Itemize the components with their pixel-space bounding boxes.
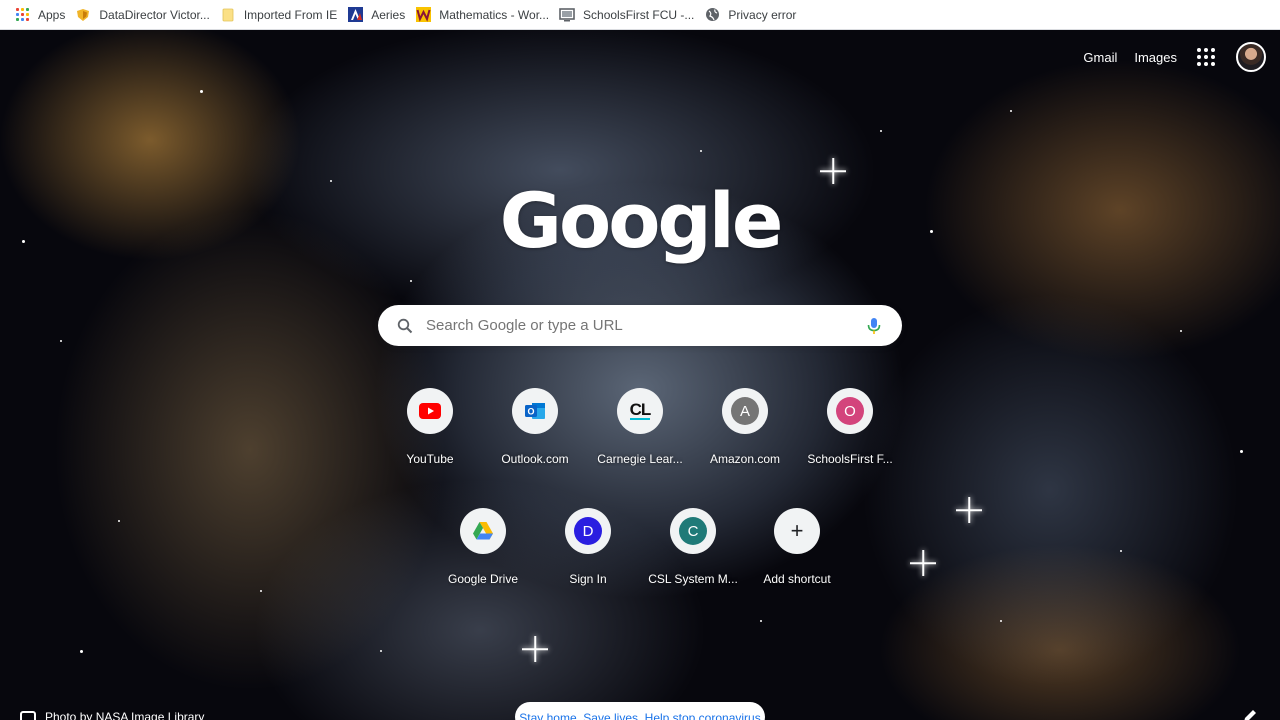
plus-icon: + [774,508,820,554]
shortcut-csl-system[interactable]: C CSL System M... [637,508,749,620]
star [1000,620,1002,622]
bookmark-aeries[interactable]: Aeries [345,3,413,27]
shortcut-amazon[interactable]: A Amazon.com [689,388,801,500]
star [380,650,382,652]
star [80,650,83,653]
microphone-icon[interactable] [864,316,884,336]
shortcut-title: SchoolsFirst F... [807,452,893,466]
bookmark-label: SchoolsFirst FCU -... [583,7,695,22]
bookmark-label: Privacy error [728,7,797,22]
search-input[interactable] [426,305,864,346]
attribution-text: Photo by NASA Image Library [45,710,205,720]
star [410,280,412,282]
shortcut-carnegie-learning[interactable]: CL Carnegie Lear... [584,388,696,500]
bookmark-label: Mathematics - Wor... [439,7,550,22]
carnegie-glyph: CL [629,400,651,420]
star [760,620,762,622]
link-icon [20,711,36,720]
bookmark-imported-from-ie[interactable]: Imported From IE [218,3,345,27]
shortcut-google-drive[interactable]: Google Drive [427,508,539,620]
folder-icon [220,7,236,23]
shield-icon [75,7,91,23]
letter-glyph: O [836,397,864,425]
letter-glyph: D [574,517,602,545]
shortcut-title: Amazon.com [709,452,781,466]
images-link[interactable]: Images [1134,50,1177,65]
bookmarks-bar: Apps DataDirector Victor... Imported Fro… [0,0,1280,30]
star [1010,110,1012,112]
star [1120,550,1122,552]
star [260,590,262,592]
star [200,90,203,93]
shortcut-title: Carnegie Lear... [597,452,683,466]
letter-a-icon: A [722,388,768,434]
shortcut-title: CSL System M... [648,572,738,586]
star [118,520,120,522]
star-flare [956,497,982,523]
google-apps-icon[interactable] [1194,45,1218,69]
monitor-icon [559,7,575,23]
gmail-link[interactable]: Gmail [1083,50,1117,65]
letter-d-icon: D [565,508,611,554]
star [880,130,882,132]
outlook-icon: O [512,388,558,434]
star [60,340,62,342]
plus-glyph: + [790,518,804,543]
shortcut-youtube[interactable]: YouTube [374,388,486,500]
w-logo-icon [415,7,431,23]
account-avatar[interactable] [1236,42,1266,72]
search-icon [395,316,415,336]
star [1180,330,1182,332]
add-shortcut-button[interactable]: + Add shortcut [741,508,853,620]
shortcut-title: Google Drive [447,572,519,586]
aeries-logo-icon [347,7,363,23]
shortcut-sign-in[interactable]: D Sign In [532,508,644,620]
shortcut-title: YouTube [406,452,454,466]
bookmark-schoolsfirst[interactable]: SchoolsFirst FCU -... [557,3,702,27]
bookmark-label: DataDirector Victor... [99,7,210,22]
bookmark-label: Apps [38,7,66,22]
letter-glyph: A [731,397,759,425]
shortcut-outlook[interactable]: O Outlook.com [479,388,591,500]
google-drive-icon [460,508,506,554]
bookmark-label: Imported From IE [243,7,338,22]
letter-glyph: C [679,517,707,545]
apps-grid-icon [14,7,30,23]
pencil-icon[interactable] [1242,708,1258,720]
shortcut-title: Sign In [569,572,607,586]
letter-c-icon: C [670,508,716,554]
youtube-icon [407,388,453,434]
photo-attribution[interactable]: Photo by NASA Image Library [20,710,204,720]
shortcut-schoolsfirst[interactable]: O SchoolsFirst F... [794,388,906,500]
star-flare [910,550,936,576]
bookmark-privacy-error[interactable]: Privacy error [702,3,804,27]
bookmark-label: Aeries [371,7,406,22]
search-box[interactable] [378,305,902,346]
carnegie-learning-icon: CL [617,388,663,434]
google-logo: Google [499,176,784,265]
star-flare [522,636,548,662]
bookmark-datadirector[interactable]: DataDirector Victor... [73,3,217,27]
globe-icon [704,7,720,23]
star [1240,450,1243,453]
shortcut-title: Outlook.com [501,452,569,466]
letter-o-icon: O [827,388,873,434]
promo-banner[interactable]: Stay home. Save lives. Help stop coronav… [515,702,765,720]
bookmark-apps[interactable]: Apps [12,3,73,27]
shortcut-title: Add shortcut [763,572,831,586]
top-links: Gmail Images [1083,42,1280,72]
bookmark-mathematics[interactable]: Mathematics - Wor... [413,3,557,27]
svg-text:O: O [527,407,534,417]
star [700,150,702,152]
